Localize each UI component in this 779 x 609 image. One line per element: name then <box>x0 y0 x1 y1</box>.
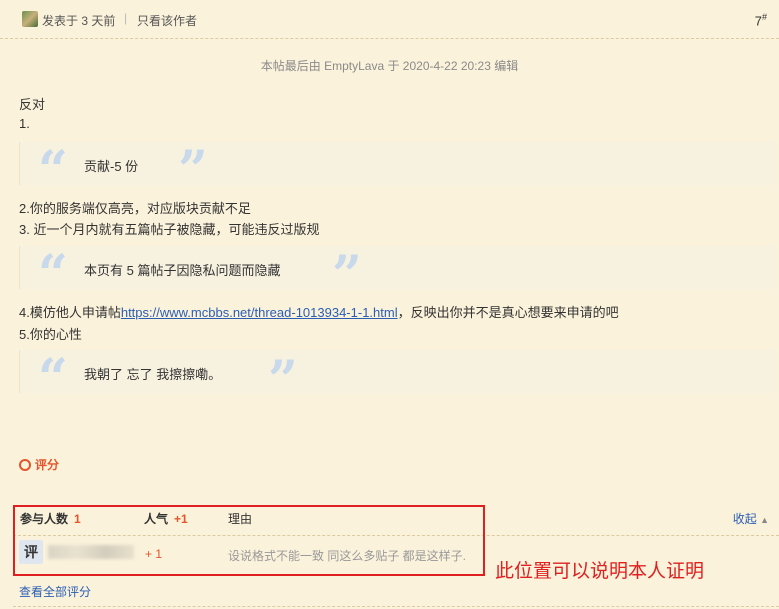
header-separator: | <box>124 11 128 25</box>
author-only-link[interactable]: 只看该作者 <box>137 12 197 29</box>
collapse-label: 收起 <box>732 512 757 526</box>
quote-close-icon: ” <box>332 245 362 306</box>
edit-notice: 本帖最后由 EmptyLava 于 2020-4-22 20:23 编辑 <box>260 59 519 73</box>
quote-text-1: 贡献-5 份 <box>84 159 139 174</box>
content-line-5: 4.模仿他人申请帖https://www.mcbbs.net/thread-10… <box>19 302 619 321</box>
floor-number[interactable]: 7# <box>755 12 767 28</box>
posted-prefix: 发表于 <box>42 14 79 28</box>
annotation-text: 此位置可以说明本人证明 <box>495 560 705 582</box>
content-line-1: 反对 <box>19 97 46 112</box>
quote-text-2: 本页有 5 篇帖子因隐私问题而隐藏 <box>84 263 281 278</box>
content-line-2: 1. <box>19 116 30 131</box>
bottom-divider <box>13 606 779 607</box>
content-line-5-suffix: ，反映出你并不是真心想要来申请的吧 <box>397 305 619 320</box>
view-all-ratings-link[interactable]: 查看全部评分 <box>19 583 91 600</box>
author-avatar-icon[interactable] <box>22 11 38 27</box>
quote-text-3: 我朝了 忘了 我擦擦嘞。 <box>84 367 222 382</box>
rating-toggle-label: 评分 <box>35 458 60 472</box>
chevron-up-icon: ▲ <box>760 515 769 525</box>
floor-mark: # <box>761 12 767 22</box>
content-line-3: 2.你的服务端仅高亮，对应版块贡献不足 <box>19 201 251 216</box>
quote-open-icon: “ <box>38 348 68 409</box>
quote-block-3: “ 我朝了 忘了 我擦擦嘞。 ” <box>19 350 777 407</box>
content-line-5-prefix: 4.模仿他人申请帖 <box>19 305 121 320</box>
rating-circle-icon <box>19 459 31 471</box>
highlight-box <box>13 505 485 576</box>
rating-toggle[interactable]: 评分 <box>19 456 59 473</box>
post-header: 发表于 3 天前 | 只看该作者 7# <box>0 0 779 39</box>
thread-link[interactable]: https://www.mcbbs.net/thread-1013934-1-1… <box>121 305 398 320</box>
quote-block-1: “ 贡献-5 份 ” <box>19 142 777 197</box>
collapse-button[interactable]: 收起 ▲ <box>733 510 769 527</box>
posted-time: 发表于 3 天前 <box>42 12 115 29</box>
floor-value: 7 <box>754 13 762 29</box>
content-line-6: 5.你的心性 <box>19 327 82 342</box>
quote-block-2: “ 本页有 5 篇帖子因隐私问题而隐藏 ” <box>19 246 777 302</box>
quote-open-icon: “ <box>38 140 68 201</box>
quote-close-icon: ” <box>178 140 208 201</box>
quote-close-icon: ” <box>268 350 298 411</box>
content-line-4: 3. 近一个月内就有五篇帖子被隐藏，可能违反过版规 <box>19 222 320 237</box>
posted-time-value: 3 天前 <box>81 14 116 28</box>
quote-open-icon: “ <box>38 244 68 305</box>
